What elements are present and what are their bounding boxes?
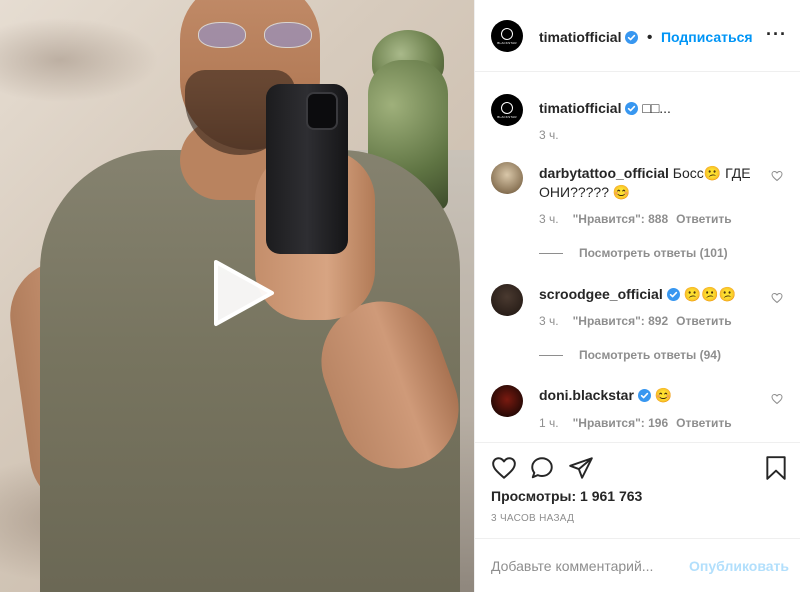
caption-text: □□... (642, 100, 671, 116)
comment-username[interactable]: scroodgee_official (539, 286, 663, 302)
comments-list[interactable]: BLACKSTAR timatiofficial □□... 3 ч. darb… (475, 72, 800, 442)
avatar[interactable]: BLACKSTAR (491, 94, 523, 126)
comment-likes[interactable]: "Нравится": 892 (573, 314, 669, 328)
caption-time: 3 ч. (539, 128, 559, 142)
verified-badge-icon (637, 389, 651, 402)
play-icon[interactable] (210, 258, 276, 328)
comment-text: 😕😕😕 (683, 286, 736, 302)
share-icon[interactable] (568, 455, 594, 481)
avatar[interactable] (491, 162, 523, 194)
video-phone-camera (306, 92, 338, 130)
reply-button[interactable]: Ответить (676, 212, 731, 226)
publish-button[interactable]: Опубликовать (689, 558, 789, 574)
avatar[interactable] (491, 385, 523, 417)
verified-badge-icon (625, 102, 639, 115)
view-replies-button[interactable]: Посмотреть ответы (94) (539, 348, 721, 362)
video-glasses (198, 16, 318, 50)
post-panel: BLACKSTAR timatiofficial • Подписаться ·… (474, 0, 800, 592)
verified-badge-icon (666, 288, 680, 301)
verified-badge-icon (625, 31, 639, 44)
reply-button[interactable]: Ответить (676, 416, 731, 430)
more-dots-icon[interactable]: ··· (766, 25, 787, 43)
post-timestamp: 3 ЧАСОВ НАЗАД (491, 513, 575, 524)
comment-username[interactable]: doni.blackstar (539, 387, 634, 403)
author-username[interactable]: timatiofficial (539, 29, 621, 45)
post-video[interactable] (0, 0, 474, 592)
reply-button[interactable]: Ответить (676, 314, 731, 328)
avatar[interactable] (491, 284, 523, 316)
comment-box: Опубликовать (475, 538, 800, 592)
comment-time: 3 ч. (539, 314, 559, 328)
comment-icon[interactable] (529, 455, 555, 481)
avatar[interactable]: BLACKSTAR (491, 20, 523, 52)
view-count[interactable]: Просмотры: 1 961 763 (491, 488, 642, 504)
view-replies-button[interactable]: Посмотреть ответы (101) (539, 246, 728, 260)
comment-time: 3 ч. (539, 212, 559, 226)
comment-time: 1 ч. (539, 416, 559, 430)
comment-text: 😊 (654, 387, 673, 403)
post-header: BLACKSTAR timatiofficial • Подписаться ·… (475, 0, 800, 72)
caption-username[interactable]: timatiofficial (539, 100, 621, 116)
heart-icon[interactable] (491, 455, 517, 481)
heart-icon[interactable] (771, 292, 783, 304)
heart-icon[interactable] (771, 170, 783, 182)
comment-input[interactable] (491, 555, 691, 577)
comment-username[interactable]: darbytattoo_official (539, 165, 669, 181)
comment-likes[interactable]: "Нравится": 888 (573, 212, 669, 226)
bookmark-icon[interactable] (763, 455, 789, 481)
heart-icon[interactable] (771, 393, 783, 405)
post-actions: Просмотры: 1 961 763 3 ЧАСОВ НАЗАД Опубл… (475, 442, 800, 592)
comment-likes[interactable]: "Нравится": 196 (573, 416, 669, 430)
follow-button[interactable]: Подписаться (661, 29, 753, 45)
